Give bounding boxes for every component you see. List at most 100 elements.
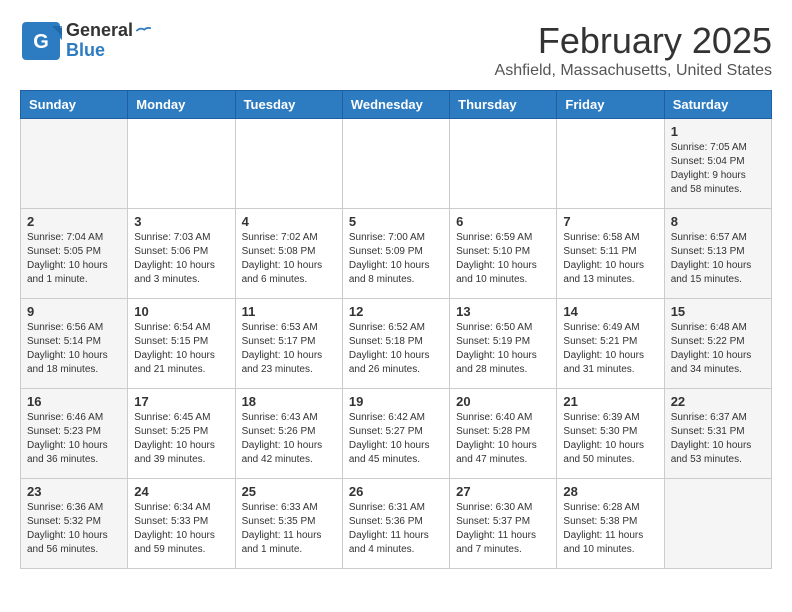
calendar-day-cell: 19Sunrise: 6:42 AM Sunset: 5:27 PM Dayli… — [342, 389, 449, 479]
day-info: Sunrise: 6:54 AM Sunset: 5:15 PM Dayligh… — [134, 321, 228, 377]
calendar-day-cell: 8 Sunrise: 6:57 AM Sunset: 5:13 PM Daylig… — [664, 209, 771, 299]
calendar-day-cell — [128, 119, 235, 209]
day-info: Sunrise: 6:49 AM Sunset: 5:21 PM Dayligh… — [563, 321, 657, 377]
calendar-day-cell: 16 Sunrise: 6:46 AM Sunset: 5:23 PM Dayli… — [21, 389, 128, 479]
day-info: Sunrise: 6:40 AM Sunset: 5:28 PM Dayligh… — [456, 411, 550, 467]
day-info: Sunrise: 6:36 AM Sunset: 5:32 PM Dayligh… — [27, 501, 121, 557]
day-of-week-header: Monday — [128, 91, 235, 119]
calendar-day-cell — [342, 119, 449, 209]
day-info: Sunrise: 7:00 AM Sunset: 5:09 PM Dayligh… — [349, 231, 443, 287]
calendar-day-cell: 21 Sunrise: 6:39 AM Sunset: 5:30 PM Dayli… — [557, 389, 664, 479]
day-number: 22 — [671, 394, 765, 409]
calendar-day-cell — [21, 119, 128, 209]
day-number: 6 — [456, 214, 550, 229]
day-info: Sunrise: 6:28 AM Sunset: 5:38 PM Dayligh… — [563, 501, 657, 557]
calendar-day-cell: 2Sunrise: 7:04 AM Sunset: 5:05 PM Daylig… — [21, 209, 128, 299]
calendar-week-row: 2Sunrise: 7:04 AM Sunset: 5:05 PM Daylig… — [21, 209, 772, 299]
calendar-day-cell: 12 Sunrise: 6:52 AM Sunset: 5:18 PM Dayli… — [342, 299, 449, 389]
day-number: 2 — [27, 214, 121, 229]
day-info: Sunrise: 6:45 AM Sunset: 5:25 PM Dayligh… — [134, 411, 228, 467]
calendar-day-cell: 27 Sunrise: 6:30 AM Sunset: 5:37 PM Dayli… — [450, 479, 557, 569]
day-info: Sunrise: 6:43 AM Sunset: 5:26 PM Dayligh… — [242, 411, 336, 467]
calendar-day-cell: 24Sunrise: 6:34 AM Sunset: 5:33 PM Dayli… — [128, 479, 235, 569]
calendar-day-cell — [557, 119, 664, 209]
day-number: 28 — [563, 484, 657, 499]
day-info: Sunrise: 7:05 AM Sunset: 5:04 PM Dayligh… — [671, 141, 765, 197]
calendar-table: SundayMondayTuesdayWednesdayThursdayFrid… — [20, 90, 772, 569]
day-number: 27 — [456, 484, 550, 499]
day-of-week-header: Sunday — [21, 91, 128, 119]
page-header: G General Blue February 2025 Ashfield, M… — [20, 20, 772, 80]
day-info: Sunrise: 6:53 AM Sunset: 5:17 PM Dayligh… — [242, 321, 336, 377]
day-info: Sunrise: 6:30 AM Sunset: 5:37 PM Dayligh… — [456, 501, 550, 557]
day-number: 12 — [349, 304, 443, 319]
day-info: Sunrise: 6:56 AM Sunset: 5:14 PM Dayligh… — [27, 321, 121, 377]
day-number: 3 — [134, 214, 228, 229]
day-number: 11 — [242, 304, 336, 319]
calendar-day-cell: 18 Sunrise: 6:43 AM Sunset: 5:26 PM Dayli… — [235, 389, 342, 479]
calendar-week-row: 16 Sunrise: 6:46 AM Sunset: 5:23 PM Dayli… — [21, 389, 772, 479]
logo-blue: Blue — [66, 41, 151, 61]
day-of-week-header: Wednesday — [342, 91, 449, 119]
day-info: Sunrise: 6:37 AM Sunset: 5:31 PM Dayligh… — [671, 411, 765, 467]
day-info: Sunrise: 6:34 AM Sunset: 5:33 PM Dayligh… — [134, 501, 228, 557]
day-info: Sunrise: 7:02 AM Sunset: 5:08 PM Dayligh… — [242, 231, 336, 287]
calendar-day-cell: 5 Sunrise: 7:00 AM Sunset: 5:09 PM Daylig… — [342, 209, 449, 299]
day-number: 23 — [27, 484, 121, 499]
calendar-day-cell: 17 Sunrise: 6:45 AM Sunset: 5:25 PM Dayli… — [128, 389, 235, 479]
day-of-week-header: Saturday — [664, 91, 771, 119]
calendar-day-cell: 28 Sunrise: 6:28 AM Sunset: 5:38 PM Dayli… — [557, 479, 664, 569]
day-number: 10 — [134, 304, 228, 319]
day-info: Sunrise: 6:31 AM Sunset: 5:36 PM Dayligh… — [349, 501, 443, 557]
day-info: Sunrise: 6:39 AM Sunset: 5:30 PM Dayligh… — [563, 411, 657, 467]
calendar-day-cell: 13 Sunrise: 6:50 AM Sunset: 5:19 PM Dayli… — [450, 299, 557, 389]
day-info: Sunrise: 6:42 AM Sunset: 5:27 PM Dayligh… — [349, 411, 443, 467]
day-info: Sunrise: 6:57 AM Sunset: 5:13 PM Dayligh… — [671, 231, 765, 287]
day-number: 7 — [563, 214, 657, 229]
calendar-day-cell: 15 Sunrise: 6:48 AM Sunset: 5:22 PM Dayli… — [664, 299, 771, 389]
day-info: Sunrise: 7:03 AM Sunset: 5:06 PM Dayligh… — [134, 231, 228, 287]
day-number: 16 — [27, 394, 121, 409]
calendar-week-row: 23 Sunrise: 6:36 AM Sunset: 5:32 PM Dayli… — [21, 479, 772, 569]
day-number: 18 — [242, 394, 336, 409]
day-number: 9 — [27, 304, 121, 319]
calendar-day-cell: 26 Sunrise: 6:31 AM Sunset: 5:36 PM Dayli… — [342, 479, 449, 569]
calendar-day-cell: 22 Sunrise: 6:37 AM Sunset: 5:31 PM Dayli… — [664, 389, 771, 479]
day-info: Sunrise: 6:52 AM Sunset: 5:18 PM Dayligh… — [349, 321, 443, 377]
calendar-day-cell — [664, 479, 771, 569]
day-info: Sunrise: 6:50 AM Sunset: 5:19 PM Dayligh… — [456, 321, 550, 377]
calendar-day-cell — [235, 119, 342, 209]
logo-bird-icon — [135, 25, 151, 37]
logo: G General Blue — [20, 20, 151, 62]
day-number: 25 — [242, 484, 336, 499]
day-number: 13 — [456, 304, 550, 319]
month-title: February 2025 — [495, 20, 772, 62]
calendar-day-cell: 20 Sunrise: 6:40 AM Sunset: 5:28 PM Dayli… — [450, 389, 557, 479]
day-number: 26 — [349, 484, 443, 499]
calendar-header-row: SundayMondayTuesdayWednesdayThursdayFrid… — [21, 91, 772, 119]
calendar-day-cell: 1 Sunrise: 7:05 AM Sunset: 5:04 PM Daylig… — [664, 119, 771, 209]
title-section: February 2025 Ashfield, Massachusetts, U… — [495, 20, 772, 80]
day-info: Sunrise: 6:46 AM Sunset: 5:23 PM Dayligh… — [27, 411, 121, 467]
calendar-day-cell: 14Sunrise: 6:49 AM Sunset: 5:21 PM Dayli… — [557, 299, 664, 389]
calendar-week-row: 9 Sunrise: 6:56 AM Sunset: 5:14 PM Daylig… — [21, 299, 772, 389]
calendar-day-cell: 10 Sunrise: 6:54 AM Sunset: 5:15 PM Dayli… — [128, 299, 235, 389]
day-number: 1 — [671, 124, 765, 139]
calendar-day-cell — [450, 119, 557, 209]
day-number: 4 — [242, 214, 336, 229]
day-number: 17 — [134, 394, 228, 409]
logo-general: General — [66, 20, 133, 40]
day-number: 8 — [671, 214, 765, 229]
calendar-day-cell: 23 Sunrise: 6:36 AM Sunset: 5:32 PM Dayli… — [21, 479, 128, 569]
day-info: Sunrise: 6:48 AM Sunset: 5:22 PM Dayligh… — [671, 321, 765, 377]
day-info: Sunrise: 6:59 AM Sunset: 5:10 PM Dayligh… — [456, 231, 550, 287]
calendar-day-cell: 7 Sunrise: 6:58 AM Sunset: 5:11 PM Daylig… — [557, 209, 664, 299]
calendar-day-cell: 25Sunrise: 6:33 AM Sunset: 5:35 PM Dayli… — [235, 479, 342, 569]
day-number: 15 — [671, 304, 765, 319]
day-info: Sunrise: 6:58 AM Sunset: 5:11 PM Dayligh… — [563, 231, 657, 287]
day-number: 5 — [349, 214, 443, 229]
day-number: 20 — [456, 394, 550, 409]
day-of-week-header: Friday — [557, 91, 664, 119]
calendar-day-cell: 11 Sunrise: 6:53 AM Sunset: 5:17 PM Dayli… — [235, 299, 342, 389]
day-number: 21 — [563, 394, 657, 409]
